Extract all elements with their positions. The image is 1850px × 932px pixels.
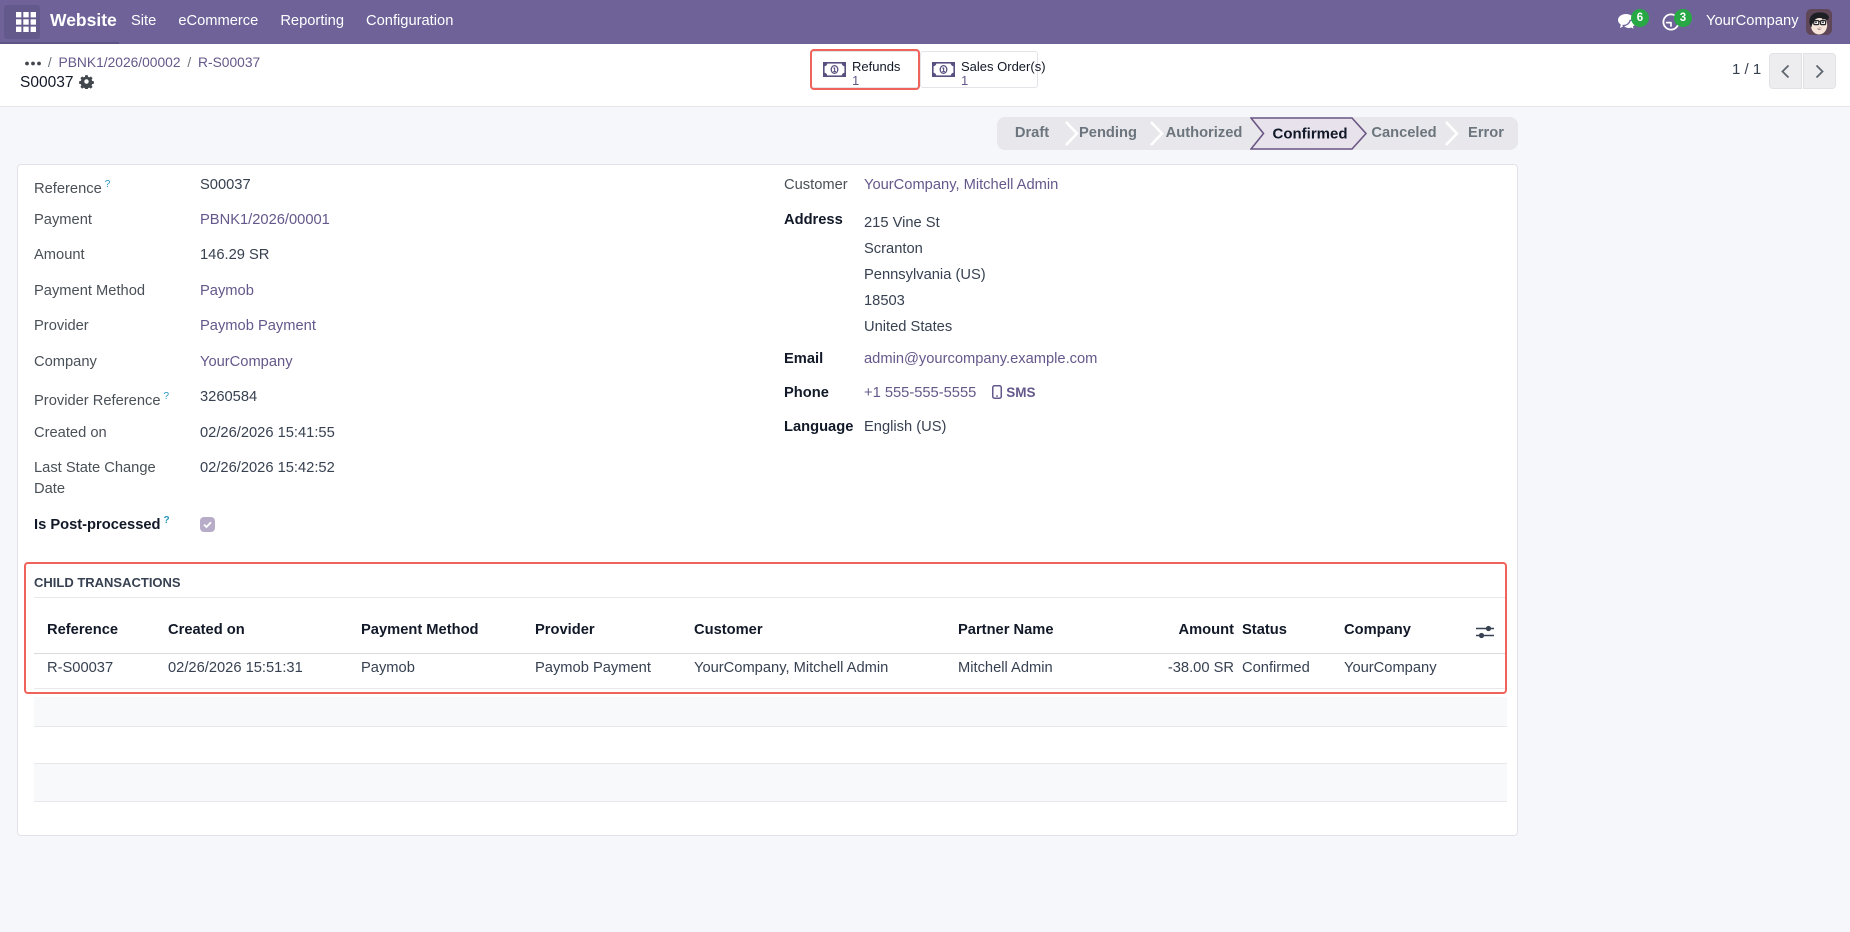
svg-text:Confirmed: Confirmed: [1273, 126, 1348, 143]
